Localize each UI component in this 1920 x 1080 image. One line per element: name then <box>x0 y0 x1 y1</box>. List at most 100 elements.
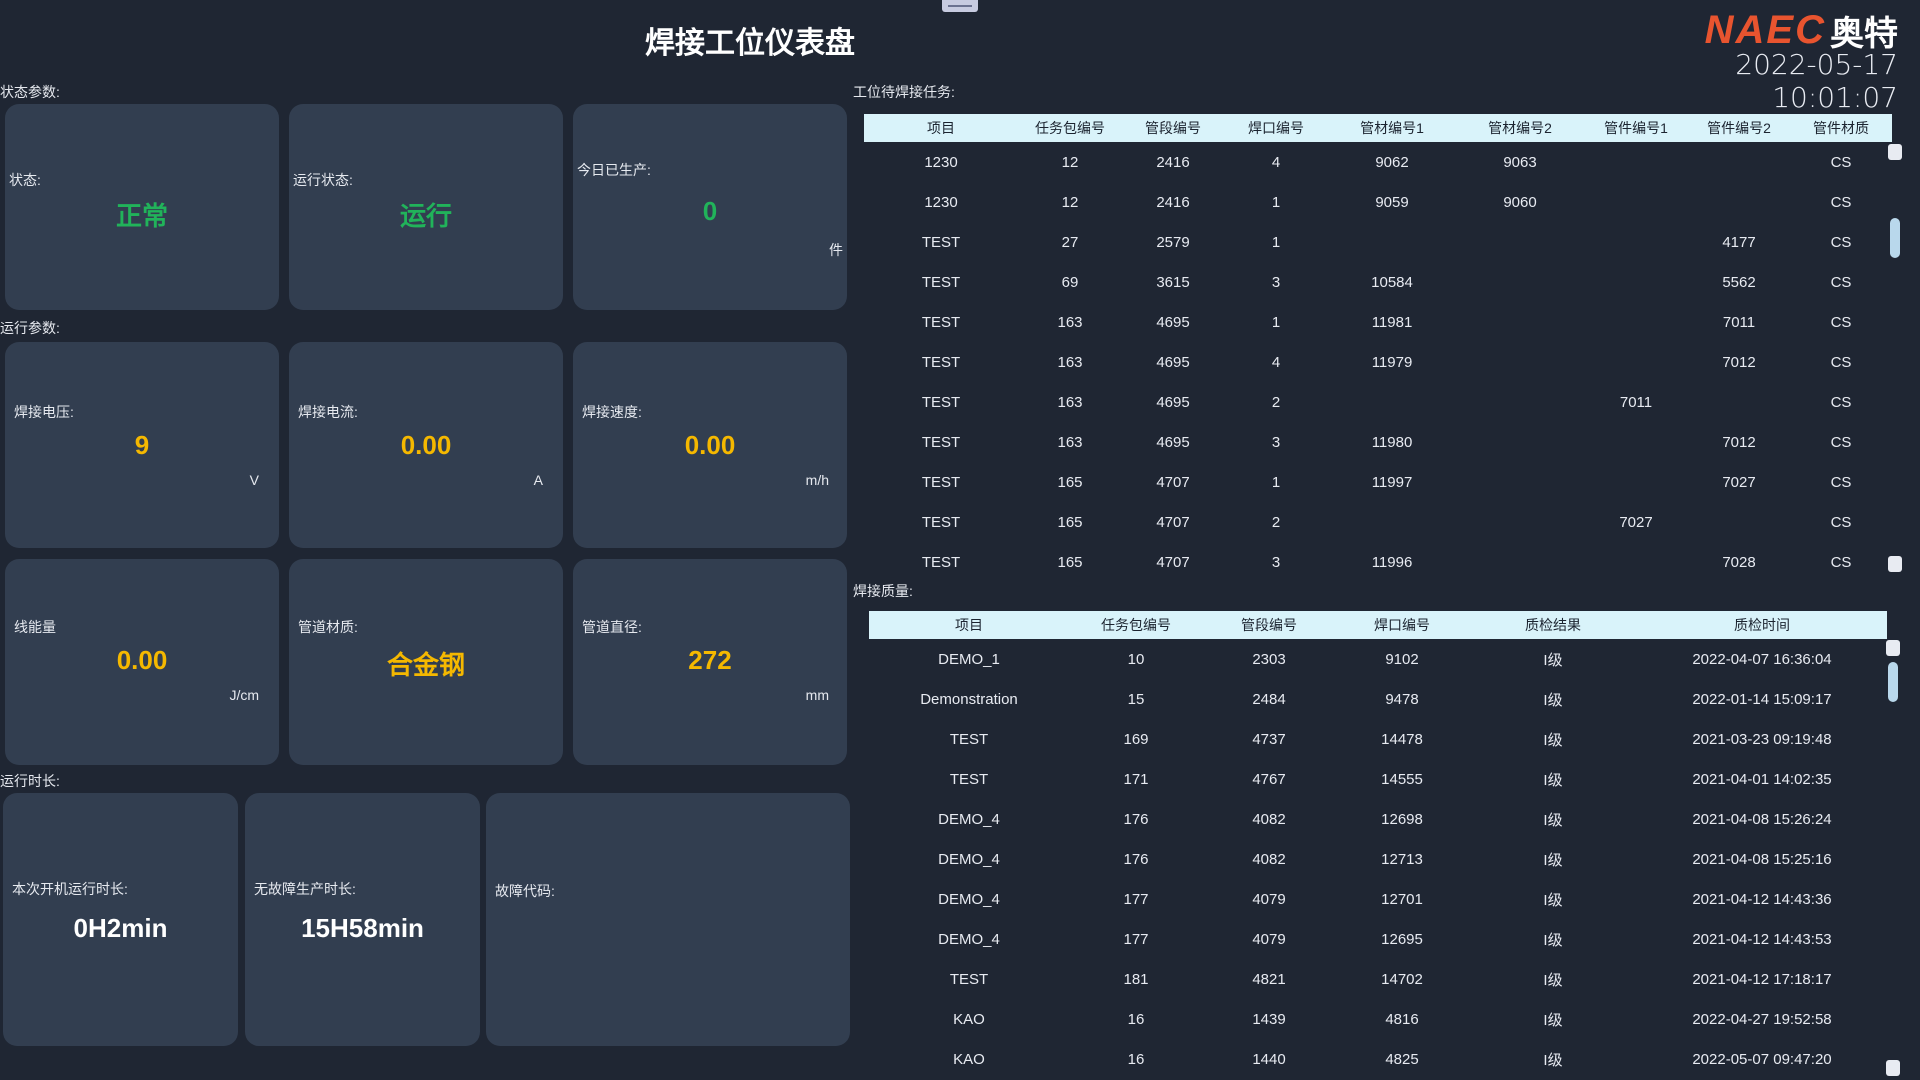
pipe-diameter-unit: mm <box>805 687 829 703</box>
table-cell: TEST <box>921 313 961 331</box>
table-cell <box>1584 302 1688 342</box>
window-drag-handle[interactable] <box>942 0 978 12</box>
table-row[interactable]: KAO 16 1440 4825 I级 2022-05-07 09:47:20 <box>869 1039 1887 1079</box>
quality-scroll-up[interactable] <box>1886 640 1900 656</box>
speed-unit: m/h <box>805 472 829 488</box>
table-cell: 7012 <box>1722 433 1756 451</box>
table-row[interactable]: 1230 12 2416 1 9059 9060 CS <box>864 182 1892 222</box>
voltage-value: 9 <box>134 430 150 460</box>
table-cell: CS <box>1830 473 1852 491</box>
table-cell: CS <box>1830 313 1852 331</box>
table-cell: 1439 <box>1252 1010 1286 1028</box>
table-cell <box>1688 182 1790 222</box>
tasks-scroll-thumb[interactable] <box>1890 218 1900 258</box>
table-row[interactable]: TEST 165 4707 3 11996 7028 CS <box>864 542 1892 580</box>
table-row[interactable]: TEST 165 4707 2 7027 CS <box>864 502 1892 542</box>
pipe-material-value: 合金钢 <box>386 650 465 680</box>
table-row[interactable]: TEST 169 4737 14478 I级 2021-03-23 09:19:48 <box>869 719 1887 759</box>
table-cell: 2 <box>1271 513 1281 531</box>
table-cell: 176 <box>1123 850 1149 868</box>
table-cell: 4767 <box>1252 770 1286 788</box>
quality-column-header: 质检结果 <box>1469 611 1637 639</box>
table-cell: CS <box>1830 273 1852 291</box>
table-row[interactable]: TEST 69 3615 3 10584 5562 CS <box>864 262 1892 302</box>
table-row[interactable]: TEST 171 4767 14555 I级 2021-04-01 14:02:35 <box>869 759 1887 799</box>
table-cell <box>1456 302 1584 342</box>
table-cell: 9063 <box>1503 153 1537 171</box>
tasks-column-header: 任务包编号 <box>1018 114 1122 142</box>
produced-today-card: 今日已生产: 0 件 <box>573 104 847 310</box>
table-cell: 1230 <box>924 153 958 171</box>
table-cell: 1 <box>1271 233 1281 251</box>
table-cell: I级 <box>1543 651 1563 669</box>
table-row[interactable]: DEMO_4 177 4079 12695 I级 2021-04-12 14:43:53 <box>869 919 1887 959</box>
table-cell <box>1584 542 1688 580</box>
table-cell: 4082 <box>1252 810 1286 828</box>
line-energy-value: 0.00 <box>116 645 168 675</box>
table-cell <box>1584 142 1688 182</box>
quality-scroll-thumb[interactable] <box>1888 662 1898 702</box>
tasks-column-header: 管件材质 <box>1790 114 1892 142</box>
table-cell: 16 <box>1127 1050 1145 1068</box>
table-cell: 2021-04-08 15:25:16 <box>1692 850 1832 868</box>
table-row[interactable]: DEMO_4 176 4082 12698 I级 2021-04-08 15:26:24 <box>869 799 1887 839</box>
table-cell: 14702 <box>1381 970 1423 988</box>
table-cell: TEST <box>949 730 989 748</box>
table-cell: 10584 <box>1371 273 1413 291</box>
table-row[interactable]: 1230 12 2416 4 9062 9063 CS <box>864 142 1892 182</box>
table-row[interactable]: KAO 16 1439 4816 I级 2022-04-27 19:52:58 <box>869 999 1887 1039</box>
uptime-card: 本次开机运行时长: 0H2min <box>3 793 238 1046</box>
table-row[interactable]: TEST 163 4695 2 7011 CS <box>864 382 1892 422</box>
tasks-scroll-down[interactable] <box>1888 556 1902 572</box>
table-cell: I级 <box>1543 771 1563 789</box>
table-cell: 1440 <box>1252 1050 1286 1068</box>
table-row[interactable]: DEMO_4 177 4079 12701 I级 2021-04-12 14:43:36 <box>869 879 1887 919</box>
quality-scroll-down[interactable] <box>1886 1060 1900 1076</box>
table-cell: I级 <box>1543 971 1563 989</box>
table-cell <box>1456 542 1584 580</box>
tasks-scroll-up[interactable] <box>1888 144 1902 160</box>
tasks-table-header: 项目 任务包编号 管段编号 焊口编号 管材编号1 管材编号2 管件编号1 管件编号2 管件材质 <box>864 114 1892 142</box>
current-card: 焊接电流: 0.00 A <box>289 342 563 548</box>
table-cell: 4816 <box>1385 1010 1419 1028</box>
voltage-unit: V <box>249 472 259 488</box>
table-cell: 171 <box>1123 770 1149 788</box>
tasks-column-header: 管段编号 <box>1122 114 1224 142</box>
table-row[interactable]: DEMO_1 10 2303 9102 I级 2022-04-07 16:36:04 <box>869 639 1887 679</box>
table-cell: 163 <box>1057 353 1083 371</box>
table-cell: TEST <box>921 393 961 411</box>
table-row[interactable]: TEST 163 4695 1 11981 7011 CS <box>864 302 1892 342</box>
table-cell: CS <box>1830 353 1852 371</box>
table-cell <box>1584 262 1688 302</box>
table-row[interactable]: TEST 181 4821 14702 I级 2021-04-12 17:18:17 <box>869 959 1887 999</box>
tasks-column-header: 管件编号1 <box>1584 114 1688 142</box>
table-row[interactable]: TEST 27 2579 1 4177 CS <box>864 222 1892 262</box>
line-energy-card: 线能量 0.00 J/cm <box>5 559 279 765</box>
table-cell: 12698 <box>1381 810 1423 828</box>
table-cell: 7028 <box>1722 553 1756 571</box>
table-cell: 9060 <box>1503 193 1537 211</box>
table-row[interactable]: TEST 163 4695 4 11979 7012 CS <box>864 342 1892 382</box>
table-cell: 163 <box>1057 393 1083 411</box>
table-cell: 2021-04-12 14:43:36 <box>1692 890 1832 908</box>
table-cell: 7011 <box>1722 313 1756 331</box>
table-cell: 9102 <box>1385 650 1419 668</box>
table-row[interactable]: TEST 163 4695 3 11980 7012 CS <box>864 422 1892 462</box>
table-cell: 4707 <box>1156 513 1190 531</box>
quality-scrollbar[interactable] <box>1886 638 1900 1078</box>
table-cell: I级 <box>1543 691 1563 709</box>
table-cell: 2 <box>1271 393 1281 411</box>
table-cell <box>1456 262 1584 302</box>
table-cell: 11997 <box>1371 473 1413 491</box>
table-cell: 163 <box>1057 313 1083 331</box>
table-cell: DEMO_1 <box>938 650 1000 668</box>
quality-table[interactable]: 项目 任务包编号 管段编号 焊口编号 质检结果 质检时间 DEMO_1 10 2303 9102… <box>869 611 1887 1080</box>
table-row[interactable]: DEMO_4 176 4082 12713 I级 2021-04-08 15:25:16 <box>869 839 1887 879</box>
table-cell: 9059 <box>1375 193 1409 211</box>
table-cell: 3 <box>1271 433 1281 451</box>
table-row[interactable]: TEST 165 4707 1 11997 7027 CS <box>864 462 1892 502</box>
tasks-table[interactable]: 项目 任务包编号 管段编号 焊口编号 管材编号1 管材编号2 管件编号1 管件编号2 管件材质 … <box>864 114 1892 580</box>
tasks-scrollbar[interactable] <box>1888 142 1902 578</box>
table-row[interactable]: Demonstration 15 2484 9478 I级 2022-01-14 15:0… <box>869 679 1887 719</box>
table-cell: TEST <box>921 473 961 491</box>
